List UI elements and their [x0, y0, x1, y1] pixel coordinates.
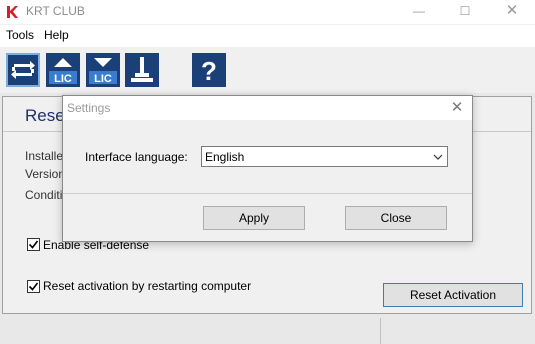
- reset-on-restart-label: Reset activation by restarting computer: [43, 279, 252, 293]
- window-title: KRT CLUB: [26, 4, 85, 18]
- checkmark-icon: [28, 282, 39, 291]
- dialog-title: Settings: [67, 101, 111, 115]
- app-logo-icon: [5, 5, 19, 19]
- cleaner-button[interactable]: [125, 53, 159, 87]
- help-icon: ?: [201, 56, 217, 86]
- help-button[interactable]: ?: [192, 53, 226, 87]
- chevron-down-icon: [433, 154, 443, 160]
- close-button[interactable]: Close: [345, 206, 447, 230]
- download-license-icon: LIC: [89, 58, 117, 85]
- reset-toolbar-button[interactable]: [6, 53, 40, 87]
- cleaner-brush-icon: [131, 57, 153, 82]
- menu-bar: Tools Help: [0, 25, 535, 47]
- dialog-divider: [63, 193, 472, 194]
- reset-activation-button[interactable]: Reset Activation: [383, 283, 523, 307]
- settings-dialog: Settings ✕ Interface language: English A…: [62, 95, 473, 242]
- reset-on-restart-checkbox[interactable]: [27, 280, 40, 293]
- installed-label: Installe: [25, 149, 64, 163]
- download-license-text: LIC: [94, 73, 112, 85]
- apply-button[interactable]: Apply: [203, 206, 305, 230]
- dialog-title-bar: Settings ✕: [63, 96, 472, 120]
- minimize-button[interactable]: —: [396, 0, 442, 22]
- dialog-close-icon[interactable]: ✕: [447, 98, 467, 118]
- close-window-button[interactable]: ✕: [489, 0, 535, 22]
- status-bar: [0, 318, 535, 344]
- self-defense-checkbox[interactable]: [27, 238, 40, 251]
- help-icon-glyph: ?: [201, 56, 217, 86]
- reset-arrows-icon: [11, 61, 35, 79]
- upload-license-text: LIC: [54, 73, 72, 85]
- upload-license-icon: LIC: [49, 58, 77, 85]
- version-label: Version: [25, 167, 66, 181]
- upload-license-button[interactable]: LIC: [46, 53, 80, 87]
- interface-language-label: Interface language:: [85, 150, 188, 164]
- download-license-button[interactable]: LIC: [86, 53, 120, 87]
- menu-help[interactable]: Help: [44, 28, 69, 42]
- maximize-button[interactable]: ☐: [442, 0, 488, 22]
- title-bar: KRT CLUB — ☐ ✕: [0, 0, 535, 25]
- toolbar: LIC LIC ?: [0, 47, 535, 93]
- language-select-value: English: [205, 150, 245, 164]
- checkmark-icon: [28, 240, 39, 249]
- menu-tools[interactable]: Tools: [6, 28, 34, 42]
- language-select[interactable]: English: [201, 146, 448, 167]
- status-divider: [380, 318, 381, 344]
- condition-label: Conditi: [25, 188, 63, 202]
